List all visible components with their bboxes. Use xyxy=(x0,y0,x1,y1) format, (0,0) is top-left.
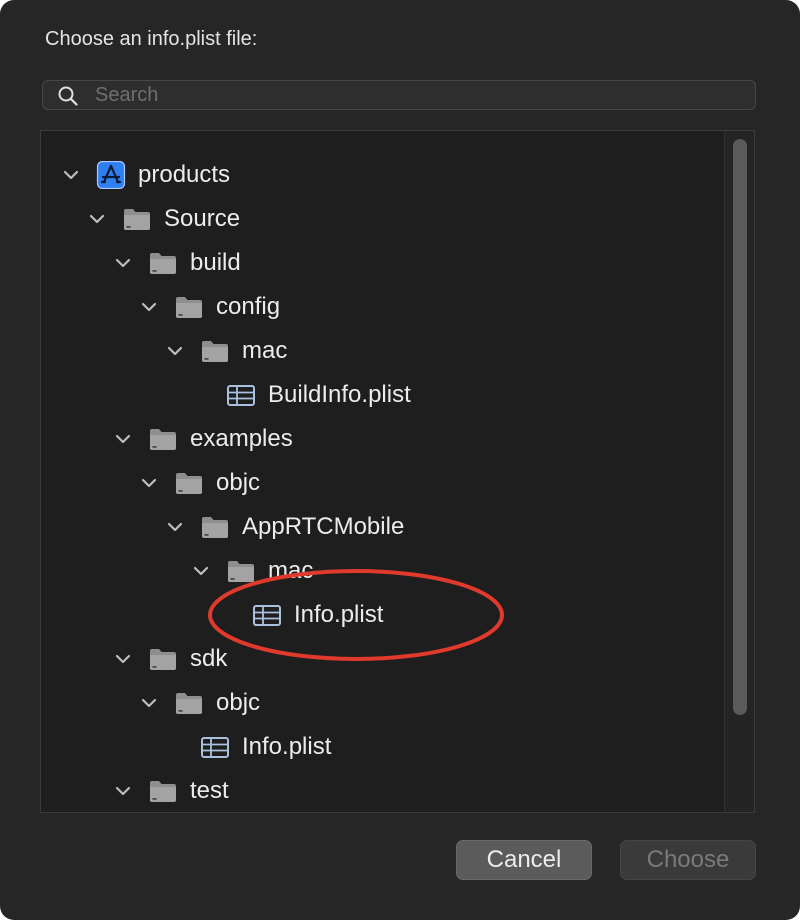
chevron-down-icon[interactable] xyxy=(139,473,159,493)
chevron-down-icon[interactable] xyxy=(139,693,159,713)
tree-row-label: objc xyxy=(216,689,261,716)
tree-row-label: mac xyxy=(242,337,288,364)
tree-row-folder[interactable]: build xyxy=(41,241,722,285)
tree-row-folder[interactable]: examples xyxy=(41,417,722,461)
tree-row-label: Source xyxy=(164,205,241,232)
tree-row-label: test xyxy=(190,777,229,804)
choose-button[interactable]: Choose xyxy=(620,840,756,880)
tree-row-folder[interactable]: mac xyxy=(41,329,722,373)
chevron-down-icon[interactable] xyxy=(191,561,211,581)
folder-icon xyxy=(200,513,230,541)
tree-row-folder[interactable]: mac xyxy=(41,549,722,593)
tree-row-folder[interactable]: objc xyxy=(41,461,722,505)
chevron-down-icon[interactable] xyxy=(113,253,133,273)
tree-row-label: AppRTCMobile xyxy=(242,513,405,540)
folder-icon xyxy=(174,689,204,717)
chevron-down-icon[interactable] xyxy=(113,429,133,449)
chevron-down-icon[interactable] xyxy=(113,781,133,801)
folder-icon xyxy=(122,205,152,233)
tree-row-label: Info.plist xyxy=(294,601,384,628)
tree-row-label: Info.plist xyxy=(242,733,332,760)
tree-row-label: config xyxy=(216,293,281,320)
folder-icon xyxy=(148,777,178,805)
property-list-icon xyxy=(200,733,230,761)
tree-row-label: mac xyxy=(268,557,314,584)
property-list-icon xyxy=(252,601,282,629)
cancel-button[interactable]: Cancel xyxy=(456,840,592,880)
tree-row-label: sdk xyxy=(190,645,228,672)
folder-icon xyxy=(174,293,204,321)
tree-row-folder[interactable]: Source xyxy=(41,197,722,241)
tree-row-plist[interactable]: BuildInfo.plist xyxy=(41,373,722,417)
chevron-down-icon[interactable] xyxy=(61,165,81,185)
tree-row-label: objc xyxy=(216,469,261,496)
tree-row-folder[interactable]: objc xyxy=(41,681,722,725)
folder-icon xyxy=(148,249,178,277)
tree-row-label: products xyxy=(138,161,231,188)
search-input[interactable] xyxy=(95,81,735,109)
chevron-down-icon[interactable] xyxy=(165,517,185,537)
tree-row-label: build xyxy=(190,249,241,276)
chevron-down-icon[interactable] xyxy=(87,209,107,229)
file-tree: products Source build config mac BuildInfo.pl… xyxy=(40,130,755,813)
chevron-down-icon[interactable] xyxy=(139,297,159,317)
folder-icon xyxy=(226,557,256,585)
chevron-down-icon[interactable] xyxy=(113,649,133,669)
folder-icon xyxy=(200,337,230,365)
tree-row-folder[interactable]: AppRTCMobile xyxy=(41,505,722,549)
dialog-prompt: Choose an info.plist file: xyxy=(45,28,258,50)
folder-icon xyxy=(148,645,178,673)
magnifying-glass-icon xyxy=(58,86,78,106)
tree-row-label: examples xyxy=(190,425,293,452)
property-list-icon xyxy=(226,381,256,409)
vertical-scrollbar[interactable] xyxy=(724,131,754,812)
tree-row-plist[interactable]: Info.plist xyxy=(41,725,722,769)
tree-row-folder[interactable]: sdk xyxy=(41,637,722,681)
tree-row-project[interactable]: products xyxy=(41,153,722,197)
search-field[interactable] xyxy=(42,80,756,110)
chevron-down-icon[interactable] xyxy=(165,341,185,361)
tree-row-label: BuildInfo.plist xyxy=(268,381,411,408)
tree-row-plist[interactable]: Info.plist xyxy=(41,593,722,637)
tree-row-folder[interactable]: test xyxy=(41,769,722,812)
file-picker-dialog: Choose an info.plist file: products Sourc… xyxy=(0,0,800,920)
scrollbar-thumb[interactable] xyxy=(733,139,747,715)
tree-row-folder[interactable]: config xyxy=(41,285,722,329)
folder-icon xyxy=(148,425,178,453)
folder-icon xyxy=(174,469,204,497)
xcode-project-icon xyxy=(96,160,126,190)
